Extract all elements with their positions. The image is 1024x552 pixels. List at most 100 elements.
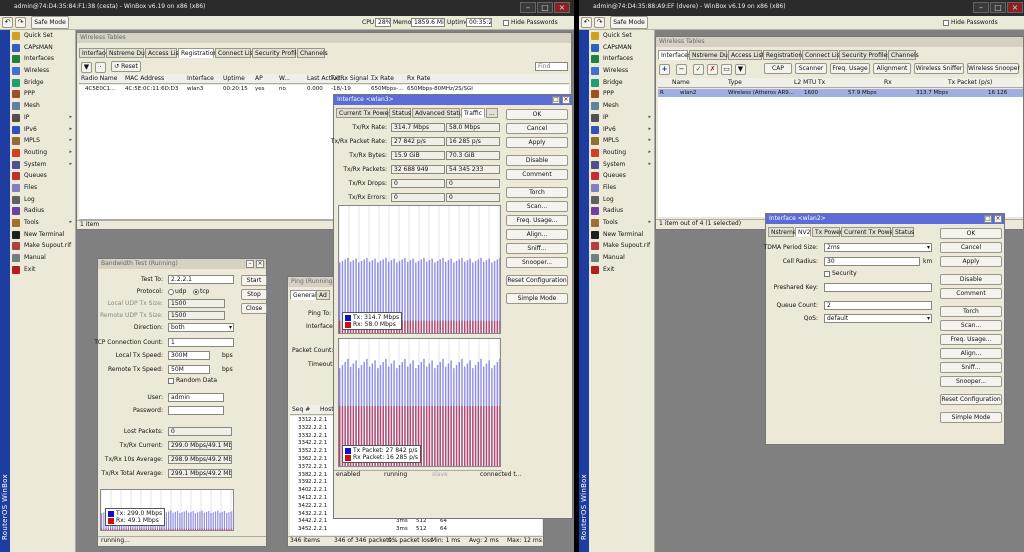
- add-icon[interactable]: +: [659, 64, 670, 75]
- btn-align--button[interactable]: Align...: [506, 229, 568, 240]
- menu-item-new-terminal[interactable]: New Terminal: [589, 229, 654, 241]
- btn-freq-usage--button[interactable]: Freq. Usage...: [940, 334, 1002, 345]
- hide-passwords-checkbox[interactable]: Hide Passwords: [943, 19, 998, 26]
- minimize-icon[interactable]: –: [246, 260, 254, 268]
- btn-torch-button[interactable]: Torch: [940, 306, 1002, 317]
- menu-item-ipv6[interactable]: IPv6 ▸: [589, 124, 654, 136]
- tool-wireless-snooper-button[interactable]: Wireless Snooper: [967, 63, 1020, 74]
- menu-item-make-supout-rif[interactable]: Make Supout.rif: [10, 240, 75, 252]
- tab-nstreme[interactable]: Nstreme: [768, 227, 797, 237]
- local-udp-field[interactable]: 1500: [168, 299, 225, 308]
- tab-nv2[interactable]: NV2: [795, 227, 811, 237]
- preshared-key-field[interactable]: [824, 283, 932, 292]
- tab-nstreme-dual[interactable]: Nstreme Dual: [689, 50, 733, 60]
- btn-cancel-button[interactable]: Cancel: [940, 242, 1002, 253]
- tcp-connection-field[interactable]: 1: [168, 338, 234, 347]
- minimize-icon[interactable]: –: [973, 2, 989, 13]
- tab-current-tx-power[interactable]: Current Tx Power: [841, 227, 896, 237]
- menu-item-mesh[interactable]: Mesh: [10, 100, 75, 112]
- menu-item-queues[interactable]: Queues: [10, 170, 75, 182]
- security-checkbox[interactable]: Security: [824, 270, 857, 277]
- tab-security-profiles[interactable]: Security Profiles: [252, 48, 303, 58]
- restore-icon[interactable]: □: [552, 96, 560, 104]
- table-row[interactable]: Rwlan2 Wireless (Atheros AR9... 1600 57.9 M…: [658, 89, 1023, 97]
- menu-item-capsman[interactable]: CAPsMAN: [589, 42, 654, 54]
- redo-icon[interactable]: ↷: [594, 17, 605, 28]
- tab-interfaces[interactable]: Interfaces: [79, 48, 112, 58]
- remove-icon[interactable]: −: [676, 64, 687, 75]
- stop-button[interactable]: Stop: [241, 289, 267, 300]
- undo-icon[interactable]: ↶: [581, 17, 592, 28]
- password-field[interactable]: [168, 406, 224, 415]
- close-icon[interactable]: ×: [554, 2, 570, 13]
- tab-security-profiles[interactable]: Security Profiles: [839, 50, 890, 60]
- menu-item-make-supout-rif[interactable]: Make Supout.rif: [589, 240, 654, 252]
- menu-item-bridge[interactable]: Bridge: [589, 77, 654, 89]
- tab-channels[interactable]: Channels: [297, 48, 328, 58]
- close-icon[interactable]: ×: [562, 96, 570, 104]
- btn-comment-button[interactable]: Comment: [506, 169, 568, 180]
- btn-align--button[interactable]: Align...: [940, 348, 1002, 359]
- tab-access-list[interactable]: Access List: [728, 50, 764, 60]
- tab-connect-list[interactable]: Connect List: [802, 50, 842, 60]
- tab-interfaces[interactable]: Interfaces: [658, 50, 691, 60]
- menu-item-capsman[interactable]: CAPsMAN: [10, 42, 75, 54]
- random-data-checkbox[interactable]: Random Data: [168, 377, 217, 384]
- tab-registration[interactable]: Registration: [763, 50, 802, 60]
- find-input[interactable]: [535, 62, 568, 71]
- tab-current-tx-power[interactable]: Current Tx Power: [336, 108, 391, 118]
- disable-icon[interactable]: ✗: [707, 64, 718, 75]
- tcp-radio[interactable]: tcp: [193, 288, 209, 295]
- menu-item-quick-set[interactable]: Quick Set: [589, 30, 654, 42]
- tool-wireless-sniffer-button[interactable]: Wireless Sniffer: [914, 63, 964, 74]
- safe-mode-button[interactable]: Safe Mode: [610, 16, 648, 29]
- redo-icon[interactable]: ↷: [15, 17, 26, 28]
- safe-mode-button[interactable]: Safe Mode: [31, 16, 69, 29]
- btn-snooper--button[interactable]: Snooper...: [940, 376, 1002, 387]
- tab-registration[interactable]: Registration: [178, 48, 217, 58]
- interface-wlan2-titlebar[interactable]: Interface <wlan2> □ ×: [766, 214, 1004, 224]
- tab-access-list[interactable]: Access List: [145, 48, 181, 58]
- menu-item-manual[interactable]: Manual: [589, 252, 654, 264]
- menu-item-system[interactable]: System ▸: [10, 159, 75, 171]
- remote-udp-field[interactable]: 1500: [168, 311, 225, 320]
- menu-item-manual[interactable]: Manual: [10, 252, 75, 264]
- btn-snooper--button[interactable]: Snooper...: [506, 257, 568, 268]
- menu-item-ip[interactable]: IP ▸: [589, 112, 654, 124]
- menu-item-quick-set[interactable]: Quick Set: [10, 30, 75, 42]
- menu-item-tools[interactable]: Tools ▸: [589, 217, 654, 229]
- tool-freq-usage-button[interactable]: Freq. Usage: [830, 63, 870, 74]
- close-icon[interactable]: ×: [994, 215, 1002, 223]
- btn-torch-button[interactable]: Torch: [506, 187, 568, 198]
- wireless-tables-titlebar[interactable]: Wireless Tables: [77, 33, 571, 43]
- tab-status[interactable]: Status: [389, 108, 411, 118]
- menu-item-interfaces[interactable]: Interfaces: [10, 53, 75, 65]
- menu-item-tools[interactable]: Tools ▸: [10, 217, 75, 229]
- btn-ok-button[interactable]: OK: [940, 228, 1002, 239]
- left-window-titlebar[interactable]: admin@74:D4:35:84:F1:38 (cesta) - WinBox…: [0, 0, 574, 16]
- test-to-field[interactable]: 2.2.2.1: [168, 275, 234, 284]
- btn-apply-button[interactable]: Apply: [940, 256, 1002, 267]
- menu-item-mesh[interactable]: Mesh: [589, 100, 654, 112]
- filter-icon[interactable]: ▼: [81, 62, 92, 73]
- close-button[interactable]: Close: [241, 303, 267, 314]
- restore-icon[interactable]: □: [984, 215, 992, 223]
- menu-item-log[interactable]: Log: [10, 194, 75, 206]
- tool-alignment-button[interactable]: Alignment: [873, 63, 911, 74]
- menu-item-ppp[interactable]: PPP: [10, 88, 75, 100]
- btn-cancel-button[interactable]: Cancel: [506, 123, 568, 134]
- maximize-icon[interactable]: □: [990, 2, 1006, 13]
- tab-tx-power[interactable]: Tx Power: [812, 227, 842, 237]
- btn-comment-button[interactable]: Comment: [940, 288, 1002, 299]
- menu-item-routing[interactable]: Routing ▸: [10, 147, 75, 159]
- bandwidth-test-titlebar[interactable]: Bandwidth Test (Running) – ×: [98, 259, 266, 269]
- tab-advanced-status[interactable]: Advanced Status: [412, 108, 466, 118]
- user-field[interactable]: admin: [168, 393, 224, 402]
- menu-item-routing[interactable]: Routing ▸: [589, 147, 654, 159]
- start-button[interactable]: Start: [241, 275, 267, 286]
- menu-item-ppp[interactable]: PPP: [589, 88, 654, 100]
- menu-item-interfaces[interactable]: Interfaces: [589, 53, 654, 65]
- tab-nstreme-dual[interactable]: Nstreme Dual: [106, 48, 150, 58]
- cell-radius-field[interactable]: 30: [824, 257, 920, 266]
- tab-status[interactable]: Status: [892, 227, 914, 237]
